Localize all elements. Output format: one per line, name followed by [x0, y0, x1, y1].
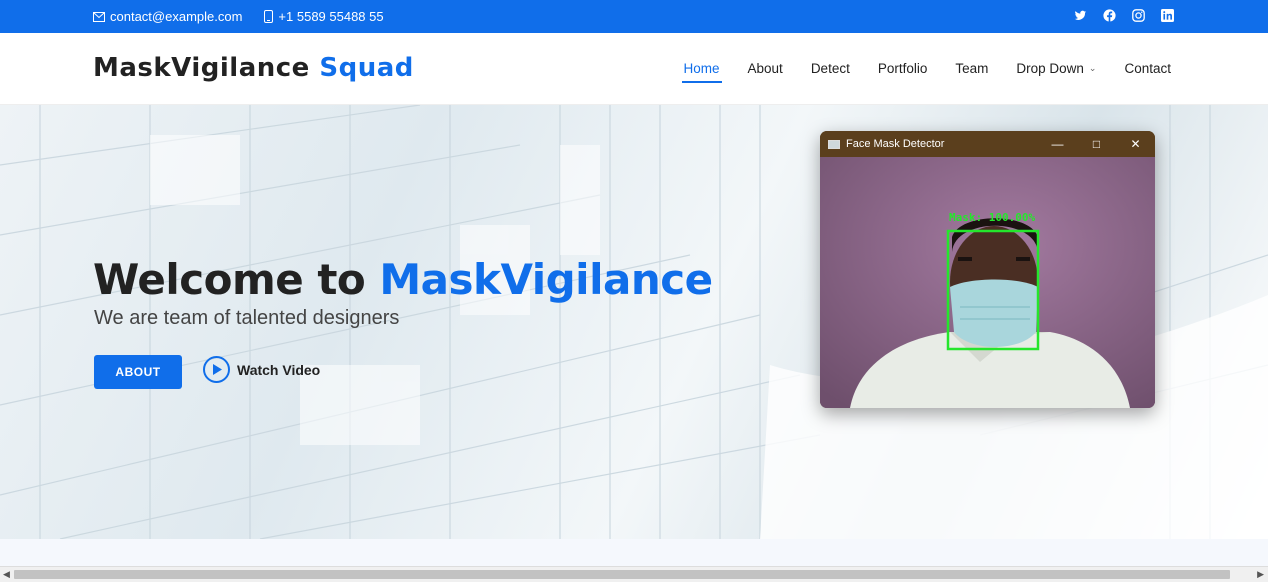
window-controls: — □ ✕	[1038, 131, 1155, 157]
linkedin-icon[interactable]	[1161, 9, 1174, 22]
nav-contact-label: Contact	[1124, 61, 1171, 76]
camera-feed: Mask: 100.00%	[820, 157, 1155, 408]
instagram-icon[interactable]	[1132, 9, 1145, 22]
hero-title-accent: MaskVigilance	[379, 255, 713, 304]
scrollbar-thumb[interactable]	[14, 570, 1230, 579]
logo-main: MaskVigilance	[93, 53, 310, 83]
nav-detect[interactable]: Detect	[811, 61, 850, 76]
nav-about-label: About	[747, 61, 783, 76]
site-header: MaskVigilance Squad Home About Detect Po…	[0, 33, 1268, 105]
scroll-right-icon[interactable]: ▶	[1257, 569, 1264, 580]
logo-accent: Squad	[319, 53, 414, 83]
detection-label: Mask: 100.00%	[949, 211, 1036, 224]
hero-subtitle: We are team of talented designers	[94, 307, 400, 329]
next-section-edge	[0, 539, 1268, 566]
horizontal-scrollbar[interactable]: ◀ ▶	[0, 566, 1268, 582]
nav-dropdown-label: Drop Down	[1016, 61, 1084, 76]
about-button[interactable]: ABOUT	[94, 355, 182, 389]
window-titlebar[interactable]: Face Mask Detector — □ ✕	[820, 131, 1155, 157]
play-icon	[203, 356, 230, 383]
email-text: contact@example.com	[110, 9, 243, 24]
site-logo[interactable]: MaskVigilance Squad	[93, 53, 414, 83]
app-icon	[828, 139, 840, 149]
nav-contact[interactable]: Contact	[1124, 61, 1171, 76]
facebook-icon[interactable]	[1103, 9, 1116, 22]
phone-text: +1 5589 55488 55	[278, 9, 384, 24]
hero-title: Welcome to MaskVigilance	[93, 255, 713, 304]
envelope-icon	[93, 11, 105, 22]
watch-video-link[interactable]: Watch Video	[203, 356, 320, 383]
phone-link[interactable]: +1 5589 55488 55	[264, 9, 384, 24]
twitter-icon[interactable]	[1074, 9, 1087, 22]
close-icon[interactable]: ✕	[1116, 131, 1155, 157]
social-links	[1058, 9, 1174, 22]
hero-title-main: Welcome to	[93, 255, 366, 304]
watch-video-label: Watch Video	[237, 361, 321, 378]
camera-frame-image	[820, 157, 1155, 408]
nav-home-label: Home	[683, 61, 720, 76]
maximize-icon[interactable]: □	[1077, 131, 1116, 157]
main-nav: Home About Detect Portfolio Team Drop Do…	[656, 61, 1171, 83]
nav-about[interactable]: About	[748, 61, 783, 76]
scroll-left-icon[interactable]: ◀	[3, 569, 10, 580]
nav-team[interactable]: Team	[955, 61, 988, 76]
nav-home[interactable]: Home	[681, 61, 722, 83]
chevron-down-icon: ⌄	[1088, 63, 1097, 73]
nav-portfolio-label: Portfolio	[877, 61, 928, 76]
nav-dropdown[interactable]: Drop Down ⌄	[1016, 61, 1096, 76]
minimize-icon[interactable]: —	[1038, 131, 1077, 157]
email-link[interactable]: contact@example.com	[93, 9, 242, 24]
face-mask-detector-window[interactable]: Face Mask Detector — □ ✕ Mask: 100.00%	[820, 131, 1155, 408]
contact-info: contact@example.com +1 5589 55488 55	[93, 9, 406, 24]
nav-portfolio[interactable]: Portfolio	[878, 61, 928, 76]
window-title: Face Mask Detector	[846, 138, 945, 150]
nav-detect-label: Detect	[810, 61, 850, 76]
nav-team-label: Team	[955, 61, 989, 76]
phone-icon	[264, 10, 274, 23]
top-bar: contact@example.com +1 5589 55488 55	[0, 0, 1268, 33]
